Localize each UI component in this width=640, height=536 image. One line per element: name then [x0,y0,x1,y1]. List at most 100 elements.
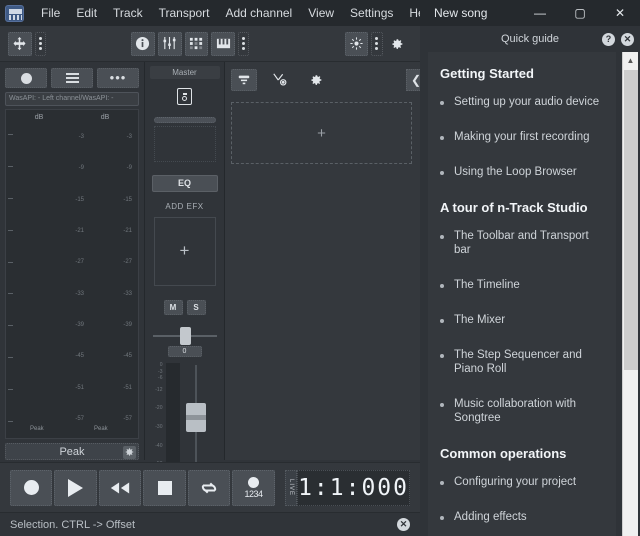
menu-edit[interactable]: Edit [68,3,105,23]
close-window-button[interactable]: ✕ [600,0,640,26]
menu-add-channel[interactable]: Add channel [218,3,301,23]
menu-bar: File Edit Track Transport Add channel Vi… [0,0,420,26]
bullet-icon [440,354,444,358]
bullet-icon [440,101,444,105]
close-icon[interactable]: ✕ [621,33,634,46]
quick-guide-content: Getting Started Setting up your audio de… [428,52,616,536]
minimize-button[interactable]: — [520,0,560,26]
peak-mode-label: Peak [59,446,84,458]
record-button[interactable] [10,470,52,506]
piano-keys-icon[interactable] [211,32,235,56]
guide-link-configuring-project[interactable]: Configuring your project [440,475,604,489]
menu-view[interactable]: View [300,3,342,23]
mute-solo-row: M S [164,300,206,315]
scrollbar-thumb[interactable] [624,70,638,370]
automation-curve-icon[interactable] [267,69,293,91]
rewind-button[interactable] [99,470,141,506]
quick-guide-scrollbar[interactable]: ▲ [622,52,638,536]
scroll-up-icon[interactable]: ▲ [623,52,638,68]
bullet-icon [440,403,444,407]
master-input-slider[interactable] [154,117,216,123]
close-icon[interactable]: ✕ [397,518,410,531]
gear-icon[interactable] [386,32,409,56]
pan-value[interactable]: 0 [168,346,202,357]
bullet-icon [440,319,444,323]
master-channel-name[interactable]: Master [150,66,220,79]
meter-scale-left: -3 -9 -15 -21 -27 -33 -39 -45 -51 -57 [58,134,84,422]
time-display[interactable]: 1:1:000 [297,470,410,506]
bullet-icon [440,516,444,520]
timeline-toolbar: ❮ [225,62,420,98]
play-button[interactable] [54,470,96,506]
volume-fader-handle[interactable] [186,403,206,432]
pan-knob[interactable] [180,327,191,345]
metronome-icon [248,477,259,488]
main-toolbar [0,26,420,62]
meter-scale-right: -3 -9 -15 -21 -27 -33 -39 -45 -51 -57 [106,134,132,422]
quick-guide-panel: New song — ▢ ✕ Quick guide ? ✕ Getting S… [420,0,640,536]
pan-slider[interactable] [153,325,217,345]
gear-icon[interactable]: ✸ [123,446,136,459]
stop-button[interactable] [143,470,185,506]
guide-link-timeline[interactable]: The Timeline [440,278,604,292]
menu-settings[interactable]: Settings [342,3,401,23]
guide-link-adding-effects[interactable]: Adding effects [440,510,604,524]
info-icon[interactable] [131,32,155,56]
master-input-box [154,126,216,162]
guide-link-audio-device[interactable]: Setting up your audio device [440,95,604,109]
quick-guide-header-icons: ? ✕ [602,33,634,46]
record-circle-icon[interactable] [5,68,47,88]
master-level-bar [166,363,180,468]
peak-mode-button[interactable]: Peak ✸ [5,443,139,460]
kebab-menu-icon[interactable] [35,32,46,56]
mixer-sliders-icon[interactable] [158,32,182,56]
song-title: New song [434,6,520,20]
kebab-menu-icon[interactable] [238,32,249,56]
audio-device-select[interactable]: WasAPI: - Left channel/WasAPI: - [5,92,139,106]
editor-body: ••• WasAPI: - Left channel/WasAPI: - dB … [0,62,420,460]
section-heading-common-operations: Common operations [440,446,604,461]
kebab-menu-icon[interactable] [371,32,382,56]
section-heading-getting-started: Getting Started [440,66,604,81]
peak-label-left: Peak [30,426,44,432]
loop-button[interactable] [188,470,230,506]
add-effect-button[interactable]: + [154,217,216,287]
main-app-area: File Edit Track Transport Add channel Vi… [0,0,420,536]
gear-icon[interactable] [303,69,329,91]
status-message: Selection. CTRL -> Offset [10,519,397,531]
menu-track[interactable]: Track [105,3,151,23]
meter-left-label: dB [35,114,44,121]
move-arrows-icon[interactable] [8,32,32,56]
guide-link-songtree[interactable]: Music collaboration with Songtree [440,397,604,425]
live-indicator[interactable]: LIVE [285,470,297,506]
db-scale: 0 -3 -6 -12 -20 -30 -40 -50 [150,363,163,468]
volume-fader-area: 0 -3 -6 -12 -20 -30 -40 -50 [150,363,220,460]
app-window: File Edit Track Transport Add channel Vi… [0,0,640,536]
mute-button[interactable]: M [164,300,183,315]
input-level-meters: dB dB -3 -9 -15 -21 -27 -33 -39 -45 [5,109,139,439]
metronome-button[interactable]: 1234 [232,470,274,506]
bullet-icon [440,136,444,140]
menu-file[interactable]: File [33,3,68,23]
eq-button[interactable]: EQ [152,175,218,191]
effects-node-icon[interactable] [345,32,369,56]
step-sequencer-icon[interactable] [185,32,209,56]
speaker-icon[interactable] [177,88,192,105]
live-label: LIVE [288,479,294,496]
guide-link-step-sequencer[interactable]: The Step Sequencer and Piano Roll [440,348,604,376]
help-icon[interactable]: ? [602,33,615,46]
guide-link-loop-browser[interactable]: Using the Loop Browser [440,165,604,179]
guide-link-toolbar-transport[interactable]: The Toolbar and Transport bar [440,229,604,257]
more-dots-icon[interactable]: ••• [97,68,139,88]
metronome-counts: 1234 [244,489,262,499]
guide-link-first-recording[interactable]: Making your first recording [440,130,604,144]
section-heading-tour: A tour of n-Track Studio [440,200,604,215]
menu-transport[interactable]: Transport [151,3,218,23]
timeline-drop-zone[interactable]: + [231,102,412,164]
hamburger-list-icon[interactable] [51,68,93,88]
bullet-icon [440,284,444,288]
filter-icon[interactable] [231,69,257,91]
maximize-button[interactable]: ▢ [560,0,600,26]
solo-button[interactable]: S [187,300,206,315]
guide-link-mixer[interactable]: The Mixer [440,313,604,327]
